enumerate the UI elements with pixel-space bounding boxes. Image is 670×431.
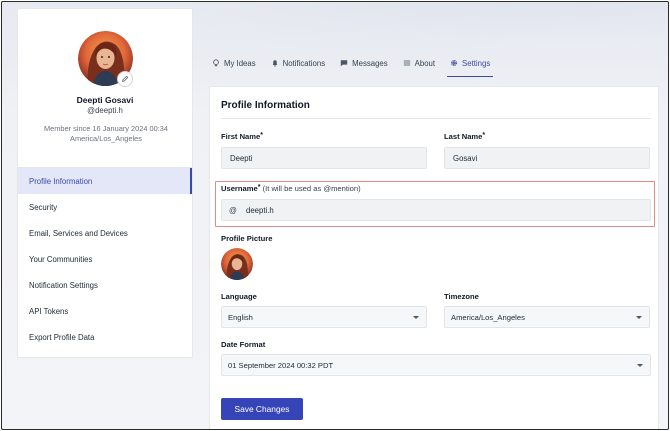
app-window: Deepti Gosavi @deepti.h Member since 16 … xyxy=(1,1,669,430)
sidebar-item-label: Your Communities xyxy=(29,254,93,264)
username-hint: (It will be used as @mention) xyxy=(262,184,361,193)
first-name-label-text: First Name xyxy=(221,132,261,141)
username-field[interactable]: deepti.h xyxy=(221,199,651,221)
sidebar-item-label: Export Profile Data xyxy=(29,332,95,342)
sidebar-item-label: Security xyxy=(29,202,58,212)
required-marker: * xyxy=(260,132,263,139)
username-label-text: Username xyxy=(221,184,258,193)
last-name-label: Last Name* xyxy=(444,132,485,141)
member-since-timezone: America/Los_Angeles xyxy=(70,134,142,143)
language-label: Language xyxy=(221,292,257,301)
sidebar-item-your-communities[interactable]: Your Communities xyxy=(18,246,192,272)
divider xyxy=(221,118,651,119)
at-prefix: @ xyxy=(229,205,237,215)
profile-tabs: My Ideas Notifications Messages About Se… xyxy=(212,55,505,77)
username-label: Username* (It will be used as @mention) xyxy=(221,184,361,193)
timezone-value: America/Los_Angeles xyxy=(451,312,525,322)
sidebar-item-label: Profile Information xyxy=(29,176,93,186)
chevron-down-icon xyxy=(413,315,419,319)
last-name-label-text: Last Name xyxy=(444,132,483,141)
list-icon xyxy=(403,60,410,66)
tab-notifications[interactable]: Notifications xyxy=(271,55,325,71)
tab-label: About xyxy=(414,58,436,68)
language-value: English xyxy=(228,312,253,322)
sidebar-item-label: Notification Settings xyxy=(29,280,98,290)
first-name-field[interactable]: Deepti xyxy=(221,147,427,169)
bell-icon xyxy=(272,60,278,67)
tab-settings[interactable]: Settings xyxy=(447,55,494,77)
tab-messages[interactable]: Messages xyxy=(340,55,388,71)
sidebar-item-api-tokens[interactable]: API Tokens xyxy=(18,298,192,324)
chevron-down-icon xyxy=(637,363,643,367)
last-name-value: Gosavi xyxy=(453,153,478,163)
tab-label: Messages xyxy=(352,58,388,68)
language-select[interactable]: English xyxy=(221,306,427,328)
timezone-select[interactable]: America/Los_Angeles xyxy=(444,306,650,328)
sidebar-item-label: Email, Services and Devices xyxy=(29,228,128,238)
date-format-label: Date Format xyxy=(221,340,266,349)
tab-label: My Ideas xyxy=(224,58,256,68)
member-since: Member since 16 January 2024 00:34 Ameri… xyxy=(28,124,184,144)
timezone-label: Timezone xyxy=(444,292,479,301)
header-decoration xyxy=(192,2,668,52)
username-value: deepti.h xyxy=(246,205,274,215)
first-name-label: First Name* xyxy=(221,132,263,141)
page-title: Profile Information xyxy=(221,100,310,111)
sidebar-item-export-profile-data[interactable]: Export Profile Data xyxy=(18,324,192,350)
last-name-field[interactable]: Gosavi xyxy=(444,147,650,169)
profile-picture-thumbnail[interactable] xyxy=(221,248,253,280)
chevron-down-icon xyxy=(636,315,642,319)
tab-label: Settings xyxy=(462,58,491,68)
profile-handle: @deepti.h xyxy=(87,106,123,115)
required-marker: * xyxy=(482,132,486,139)
gear-icon xyxy=(451,60,458,66)
profile-name: Deepti Gosavi xyxy=(76,95,134,105)
chat-icon xyxy=(340,60,348,67)
required-marker: * xyxy=(257,184,261,191)
profile-form-card: Profile Information First Name* Deepti L… xyxy=(209,86,659,429)
lightbulb-icon xyxy=(213,59,219,67)
profile-sidebar: Deepti Gosavi @deepti.h Member since 16 … xyxy=(17,8,193,358)
tab-about[interactable]: About xyxy=(403,55,435,71)
sidebar-item-notification-settings[interactable]: Notification Settings xyxy=(18,272,192,298)
member-since-date: Member since 16 January 2024 00:34 xyxy=(43,124,169,133)
sidebar-item-label: API Tokens xyxy=(29,306,69,316)
settings-nav: Profile Information Security Email, Serv… xyxy=(18,167,192,350)
save-changes-button[interactable]: Save Changes xyxy=(221,398,303,420)
date-format-select[interactable]: 01 September 2024 00:32 PDT xyxy=(221,354,651,376)
tab-label: Notifications xyxy=(282,58,326,68)
tab-my-ideas[interactable]: My Ideas xyxy=(212,55,256,71)
date-format-value: 01 September 2024 00:32 PDT xyxy=(228,360,334,370)
sidebar-item-security[interactable]: Security xyxy=(18,194,192,220)
sidebar-item-profile-information[interactable]: Profile Information xyxy=(18,168,192,194)
pencil-icon xyxy=(122,75,129,82)
first-name-value: Deepti xyxy=(230,153,253,163)
sidebar-item-email-services-devices[interactable]: Email, Services and Devices xyxy=(18,220,192,246)
profile-picture-label: Profile Picture xyxy=(221,234,273,243)
edit-avatar-button[interactable] xyxy=(117,71,133,87)
